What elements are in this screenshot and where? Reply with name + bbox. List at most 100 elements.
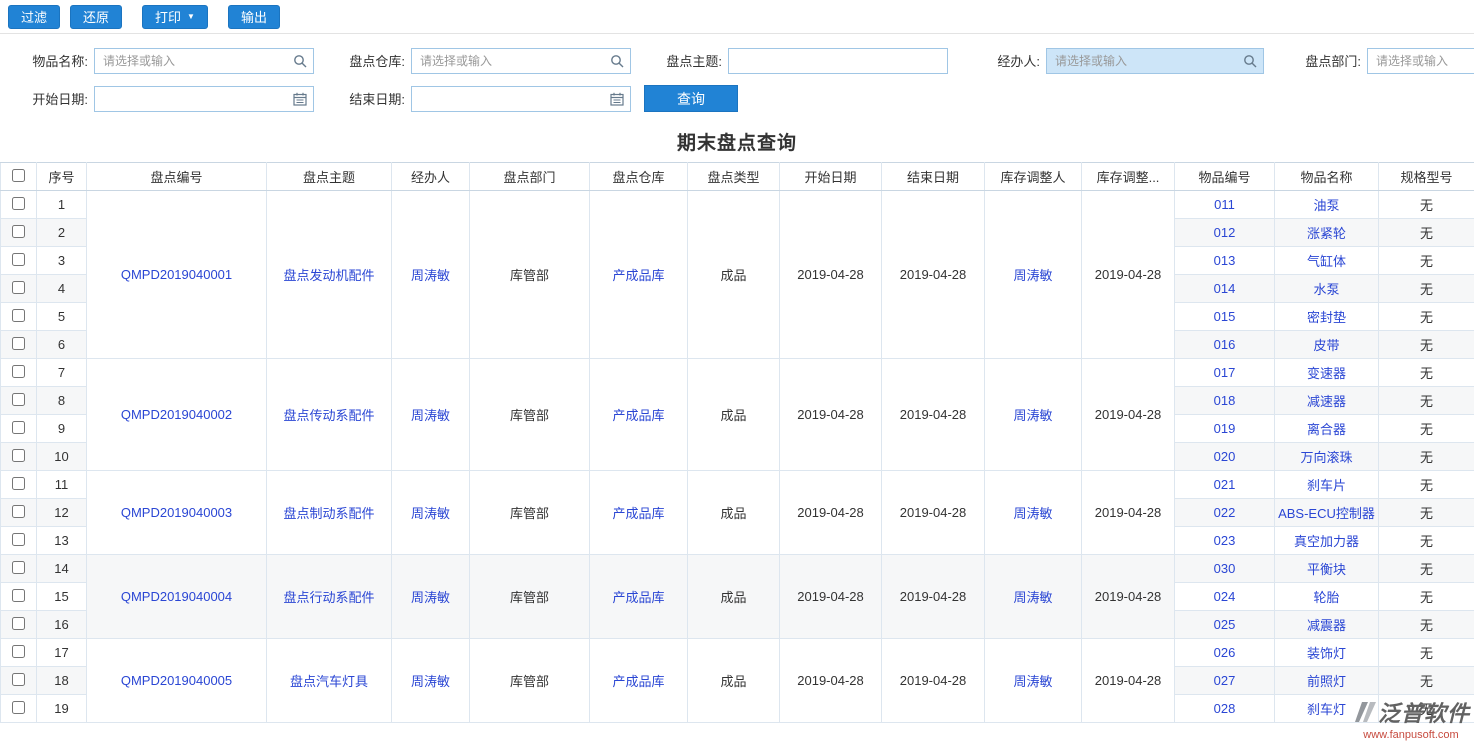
count-theme-link[interactable]: 盘点行动系配件 <box>267 555 392 639</box>
item-name-link[interactable]: 刹车灯 <box>1275 695 1379 723</box>
row-checkbox[interactable] <box>12 281 25 294</box>
export-button[interactable]: 输出 <box>228 5 280 29</box>
item-code-link[interactable]: 027 <box>1175 667 1275 695</box>
handler-link[interactable]: 周涛敏 <box>392 191 470 359</box>
item-code-link[interactable]: 022 <box>1175 499 1275 527</box>
adjuster-link[interactable]: 周涛敏 <box>985 471 1082 555</box>
item-code-link[interactable]: 028 <box>1175 695 1275 723</box>
adjuster-link[interactable]: 周涛敏 <box>985 359 1082 471</box>
row-checkbox[interactable] <box>12 561 25 574</box>
item-name-link[interactable]: 减速器 <box>1275 387 1379 415</box>
row-checkbox[interactable] <box>12 337 25 350</box>
item-name-link[interactable]: 涨紧轮 <box>1275 219 1379 247</box>
count-code-link[interactable]: QMPD2019040005 <box>87 639 267 723</box>
count-code-link[interactable]: QMPD2019040003 <box>87 471 267 555</box>
theme-input[interactable] <box>728 48 948 74</box>
count-theme-link[interactable]: 盘点发动机配件 <box>267 191 392 359</box>
query-button[interactable]: 查询 <box>644 85 738 112</box>
item-name-input[interactable] <box>94 48 314 74</box>
row-checkbox[interactable] <box>12 673 25 686</box>
chevron-down-icon: ▼ <box>187 12 195 21</box>
row-checkbox[interactable] <box>12 365 25 378</box>
item-code-link[interactable]: 030 <box>1175 555 1275 583</box>
adjuster-link[interactable]: 周涛敏 <box>985 639 1082 723</box>
adjuster-link[interactable]: 周涛敏 <box>985 191 1082 359</box>
item-name-link[interactable]: 变速器 <box>1275 359 1379 387</box>
count-theme-link[interactable]: 盘点制动系配件 <box>267 471 392 555</box>
item-code-link[interactable]: 023 <box>1175 527 1275 555</box>
handler-link[interactable]: 周涛敏 <box>392 555 470 639</box>
count-theme-link[interactable]: 盘点传动系配件 <box>267 359 392 471</box>
handler-link[interactable]: 周涛敏 <box>392 639 470 723</box>
item-code-link[interactable]: 024 <box>1175 583 1275 611</box>
column-header: 盘点类型 <box>688 163 780 191</box>
print-button[interactable]: 打印 ▼ <box>142 5 208 29</box>
count-code-link[interactable]: QMPD2019040002 <box>87 359 267 471</box>
count-code-link[interactable]: QMPD2019040001 <box>87 191 267 359</box>
item-code-link[interactable]: 025 <box>1175 611 1275 639</box>
warehouse-link[interactable]: 产成品库 <box>590 359 688 471</box>
department-label: 盘点部门: <box>1281 51 1367 70</box>
row-checkbox[interactable] <box>12 421 25 434</box>
item-name-link[interactable]: 气缸体 <box>1275 247 1379 275</box>
item-code-link[interactable]: 019 <box>1175 415 1275 443</box>
item-code-link[interactable]: 020 <box>1175 443 1275 471</box>
handler-link[interactable]: 周涛敏 <box>392 359 470 471</box>
item-name-link[interactable]: ABS-ECU控制器 <box>1275 499 1379 527</box>
count-theme-link[interactable]: 盘点汽车灯具 <box>267 639 392 723</box>
row-checkbox[interactable] <box>12 589 25 602</box>
row-checkbox[interactable] <box>12 701 25 714</box>
row-checkbox[interactable] <box>12 253 25 266</box>
item-code-link[interactable]: 016 <box>1175 331 1275 359</box>
row-checkbox[interactable] <box>12 309 25 322</box>
item-name-link[interactable]: 水泵 <box>1275 275 1379 303</box>
row-checkbox[interactable] <box>12 477 25 490</box>
row-checkbox[interactable] <box>12 449 25 462</box>
item-code-link[interactable]: 017 <box>1175 359 1275 387</box>
item-name-link[interactable]: 减震器 <box>1275 611 1379 639</box>
warehouse-link[interactable]: 产成品库 <box>590 191 688 359</box>
row-checkbox[interactable] <box>12 505 25 518</box>
select-all-checkbox[interactable] <box>12 169 25 182</box>
warehouse-link[interactable]: 产成品库 <box>590 471 688 555</box>
department-input[interactable] <box>1367 48 1474 74</box>
warehouse-input[interactable] <box>411 48 631 74</box>
adjust-date-cell: 2019-04-28 <box>1082 639 1175 723</box>
row-checkbox[interactable] <box>12 197 25 210</box>
adjuster-link[interactable]: 周涛敏 <box>985 555 1082 639</box>
item-code-link[interactable]: 021 <box>1175 471 1275 499</box>
item-name-link[interactable]: 万向滚珠 <box>1275 443 1379 471</box>
end-date-input[interactable] <box>411 86 631 112</box>
item-name-link[interactable]: 前照灯 <box>1275 667 1379 695</box>
item-name-link[interactable]: 皮带 <box>1275 331 1379 359</box>
item-code-link[interactable]: 014 <box>1175 275 1275 303</box>
handler-link[interactable]: 周涛敏 <box>392 471 470 555</box>
item-code-link[interactable]: 012 <box>1175 219 1275 247</box>
restore-button[interactable]: 还原 <box>70 5 122 29</box>
start-date-input[interactable] <box>94 86 314 112</box>
item-name-link[interactable]: 平衡块 <box>1275 555 1379 583</box>
row-checkbox[interactable] <box>12 617 25 630</box>
row-checkbox[interactable] <box>12 225 25 238</box>
item-code-link[interactable]: 011 <box>1175 191 1275 219</box>
item-name-link[interactable]: 离合器 <box>1275 415 1379 443</box>
item-name-link[interactable]: 油泵 <box>1275 191 1379 219</box>
handler-input[interactable] <box>1046 48 1264 74</box>
warehouse-link[interactable]: 产成品库 <box>590 555 688 639</box>
filter-button[interactable]: 过滤 <box>8 5 60 29</box>
item-name-link[interactable]: 密封垫 <box>1275 303 1379 331</box>
item-code-link[interactable]: 018 <box>1175 387 1275 415</box>
row-checkbox[interactable] <box>12 533 25 546</box>
item-name-link[interactable]: 刹车片 <box>1275 471 1379 499</box>
adjust-date-cell: 2019-04-28 <box>1082 191 1175 359</box>
row-checkbox[interactable] <box>12 645 25 658</box>
item-name-link[interactable]: 真空加力器 <box>1275 527 1379 555</box>
item-name-link[interactable]: 轮胎 <box>1275 583 1379 611</box>
item-code-link[interactable]: 026 <box>1175 639 1275 667</box>
item-name-link[interactable]: 装饰灯 <box>1275 639 1379 667</box>
item-code-link[interactable]: 015 <box>1175 303 1275 331</box>
item-code-link[interactable]: 013 <box>1175 247 1275 275</box>
row-checkbox[interactable] <box>12 393 25 406</box>
warehouse-link[interactable]: 产成品库 <box>590 639 688 723</box>
count-code-link[interactable]: QMPD2019040004 <box>87 555 267 639</box>
